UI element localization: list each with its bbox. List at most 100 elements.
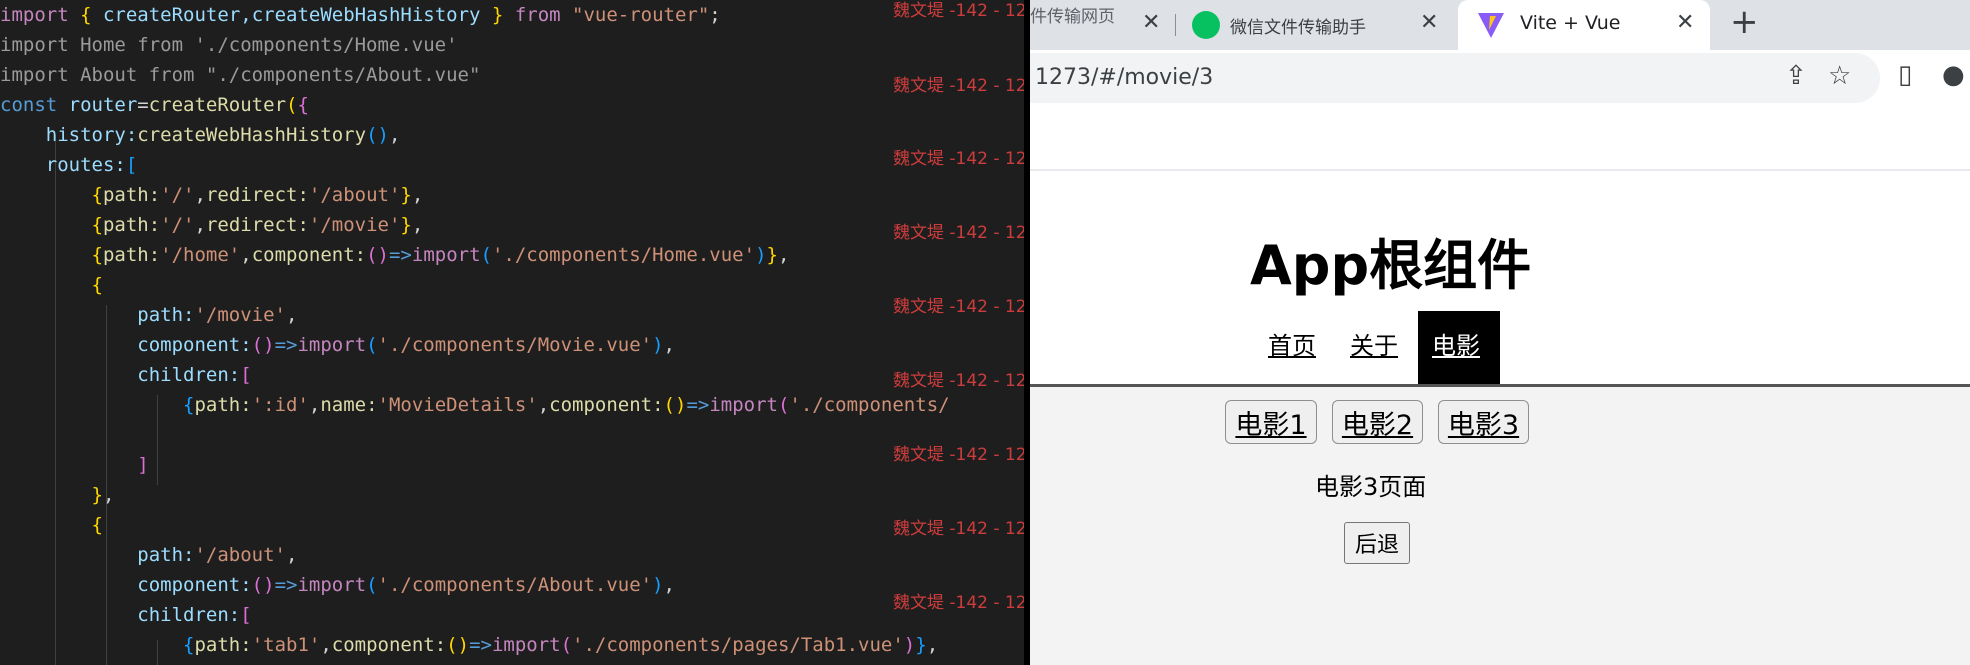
new-tab-button[interactable]: + xyxy=(1730,2,1759,42)
code-token: , xyxy=(308,394,321,416)
sidebar-icon[interactable]: ▯ xyxy=(1898,60,1912,90)
code-token: { xyxy=(80,4,92,26)
url-text[interactable]: 1273/#/movie/3 xyxy=(1035,65,1213,90)
code-token: import xyxy=(491,634,561,656)
vite-icon xyxy=(1478,13,1504,38)
code-token: const xyxy=(0,94,69,116)
code-line: component:()=>import('./components/About… xyxy=(0,570,675,600)
tab-strip: 件传输网页 ✕ 微信文件传输助手 ✕ Vite + Vue ✕ + xyxy=(1030,0,1970,50)
tab-vite-vue[interactable]: Vite + Vue ✕ xyxy=(1458,0,1710,50)
code-token: , xyxy=(285,304,298,326)
code-token: => xyxy=(686,394,710,416)
code-token: () xyxy=(251,574,275,596)
tab-title: Vite + Vue xyxy=(1520,12,1621,34)
code-token: router xyxy=(68,94,138,116)
code-token: path: xyxy=(194,634,252,656)
code-line: children:[ xyxy=(0,600,252,630)
code-token: ( xyxy=(366,574,378,596)
code-token: , xyxy=(285,544,298,566)
close-icon[interactable]: ✕ xyxy=(1676,10,1694,35)
code-token: , xyxy=(194,184,206,206)
code-token: , xyxy=(320,634,332,656)
code-token: [ xyxy=(125,154,138,176)
close-icon[interactable]: ✕ xyxy=(1142,10,1160,35)
code-token: , xyxy=(411,184,424,206)
code-token: './components/Movie.vue' xyxy=(377,334,653,356)
code-token: } xyxy=(491,4,504,26)
code-token: { xyxy=(91,184,103,206)
code-line: { xyxy=(0,270,103,300)
code-token: { xyxy=(183,634,195,656)
code-token: from xyxy=(503,4,573,26)
code-token: { xyxy=(297,94,309,116)
nav-link-about[interactable]: 关于 xyxy=(1350,326,1398,361)
share-icon[interactable]: ⇪ xyxy=(1785,61,1807,91)
code-token: component: xyxy=(0,334,252,356)
movie-3-button[interactable]: 电影3 xyxy=(1438,400,1529,444)
code-token: redirect: xyxy=(205,214,309,236)
tab-title: 微信文件传输助手 xyxy=(1230,18,1366,38)
code-token: '/' xyxy=(160,214,195,236)
code-token: path: xyxy=(0,544,195,566)
movie-2-button[interactable]: 电影2 xyxy=(1332,400,1423,444)
tab-wechat[interactable]: 微信文件传输助手 ✕ xyxy=(1180,0,1455,50)
code-token: createRouter xyxy=(148,94,287,116)
code-token: component: xyxy=(0,574,252,596)
code-token: import xyxy=(297,574,367,596)
code-token: import xyxy=(411,244,481,266)
tab-title: 件传输网页 xyxy=(1030,7,1115,27)
star-icon[interactable]: ☆ xyxy=(1828,61,1851,91)
tab-separator xyxy=(1175,14,1176,36)
code-token: ( xyxy=(286,94,298,116)
code-token: component: xyxy=(251,244,367,266)
code-token: ) xyxy=(903,634,916,656)
code-editor[interactable]: import { createRouter,createWebHashHisto… xyxy=(0,0,1024,665)
code-line: {path:'/',redirect:'/about'}, xyxy=(0,180,424,210)
tab-file-transfer[interactable]: 件传输网页 ✕ xyxy=(1030,0,1170,50)
code-token: ) xyxy=(755,244,767,266)
code-line: history:createWebHashHistory(), xyxy=(0,120,401,150)
nav-link-movie[interactable]: 电影 xyxy=(1418,311,1500,387)
code-token: => xyxy=(388,244,412,266)
close-icon[interactable]: ✕ xyxy=(1420,10,1438,35)
code-token: './components/About.vue' xyxy=(377,574,653,596)
code-token: createRouter,createWebHashHistory xyxy=(91,4,492,26)
code-token: ( xyxy=(777,394,790,416)
code-token: import Home from './components/Home.vue' xyxy=(0,34,458,56)
code-token: history: xyxy=(0,124,138,146)
code-token: , xyxy=(777,244,790,266)
code-token: './components/pages/Tab1.vue' xyxy=(572,634,904,656)
nav-link-movie-label: 电影 xyxy=(1432,332,1480,360)
address-bar[interactable]: 1273/#/movie/3 ⇪ ☆ xyxy=(1030,53,1880,103)
profile-icon[interactable]: ● xyxy=(1942,60,1965,90)
code-token: () xyxy=(251,334,275,356)
code-token: ( xyxy=(480,244,492,266)
code-token: './components/ xyxy=(789,394,950,416)
nav-link-home[interactable]: 首页 xyxy=(1268,326,1316,361)
wechat-icon xyxy=(1192,11,1220,39)
code-line: {path:'/',redirect:'/movie'}, xyxy=(0,210,424,240)
code-token: import About from "./components/About.vu… xyxy=(0,64,481,86)
back-button[interactable]: 后退 xyxy=(1344,522,1410,564)
code-token: () xyxy=(663,394,687,416)
code-token: } xyxy=(400,184,412,206)
code-token: '/' xyxy=(160,184,195,206)
code-line: import About from "./components/About.vu… xyxy=(0,60,480,90)
code-token: '/movie' xyxy=(308,214,401,236)
code-token: { xyxy=(183,394,195,416)
code-token: , xyxy=(411,214,424,236)
code-token: path: xyxy=(102,244,161,266)
code-line: component:()=>import('./components/Movie… xyxy=(0,330,675,360)
movie-1-button[interactable]: 电影1 xyxy=(1225,400,1317,444)
code-line: import Home from './components/Home.vue' xyxy=(0,30,458,60)
code-line: const router=createRouter({ xyxy=(0,90,309,120)
code-token: [ xyxy=(240,604,252,626)
code-token: path: xyxy=(102,184,161,206)
code-token: children: xyxy=(0,364,241,386)
